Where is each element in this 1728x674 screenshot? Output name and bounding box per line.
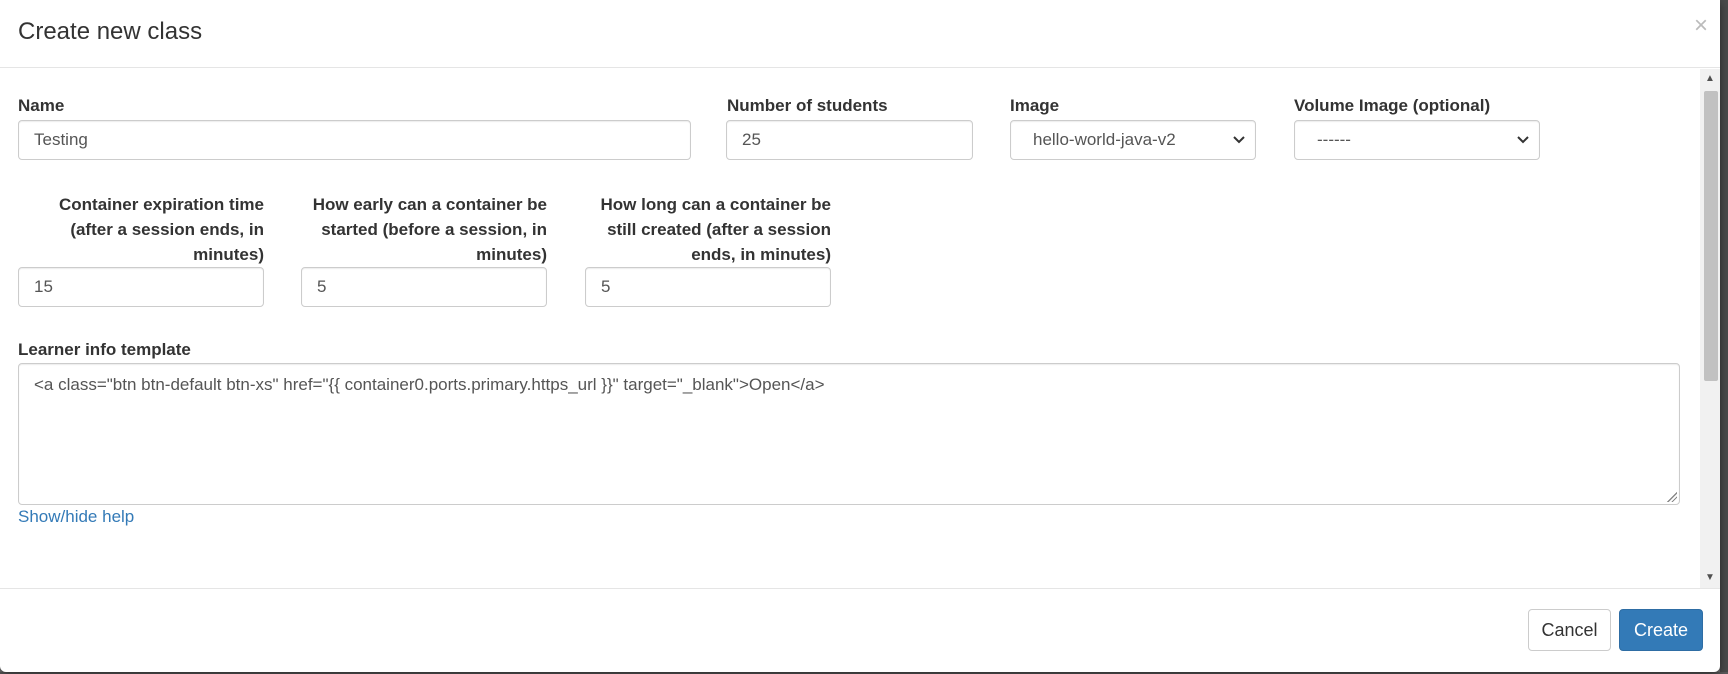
modal-footer: Cancel Create (0, 588, 1720, 672)
early-start-input[interactable]: 5 (301, 267, 547, 307)
learner-template-textarea[interactable]: <a class="btn btn-default btn-xs" href="… (18, 363, 1680, 505)
scroll-down-arrow-icon[interactable]: ▼ (1700, 570, 1720, 586)
num-students-input[interactable]: 25 (726, 120, 973, 160)
expiration-label-line: Container expiration time (59, 195, 264, 214)
cancel-button[interactable]: Cancel (1528, 609, 1611, 651)
image-label: Image (1010, 96, 1060, 115)
late-create-label-line: ends, in minutes) (691, 245, 831, 264)
chevron-down-icon (1233, 121, 1245, 173)
late-create-label: How long can a container be still create… (585, 192, 831, 267)
volume-image-select[interactable]: ------ (1294, 120, 1540, 160)
late-create-input[interactable]: 5 (585, 267, 831, 307)
chevron-down-icon (1517, 121, 1529, 173)
scrollbar[interactable]: ▲ ▼ (1700, 69, 1720, 588)
background-edge (1720, 0, 1728, 674)
modal-body: Name Testing Number of students 25 Image… (0, 69, 1700, 588)
early-start-label-line: How early can a container be (312, 195, 547, 214)
expiration-label-line: (after a session ends, in (70, 220, 264, 239)
scroll-up-arrow-icon[interactable]: ▲ (1700, 71, 1720, 87)
learner-template-label: Learner info template (18, 340, 191, 359)
early-start-label-line: started (before a session, in (321, 220, 547, 239)
early-start-label-line: minutes) (476, 245, 547, 264)
learner-template-value: <a class="btn btn-default btn-xs" href="… (34, 375, 825, 394)
volume-image-label: Volume Image (optional) (1294, 96, 1491, 115)
modal-title: Create new class (18, 18, 203, 45)
image-select[interactable]: hello-world-java-v2 (1010, 120, 1256, 160)
name-input[interactable]: Testing (18, 120, 691, 160)
scroll-thumb[interactable] (1704, 91, 1718, 381)
volume-image-select-value: ------ (1317, 130, 1351, 149)
close-icon[interactable]: × (1694, 14, 1708, 38)
late-create-label-line: still created (after a session (607, 220, 831, 239)
create-button[interactable]: Create (1619, 609, 1703, 651)
resize-handle-icon[interactable] (1667, 492, 1677, 502)
image-select-value: hello-world-java-v2 (1033, 130, 1176, 149)
name-label: Name (18, 96, 65, 115)
late-create-label-line: How long can a container be (600, 195, 831, 214)
num-students-label: Number of students (727, 96, 888, 115)
early-start-label: How early can a container be started (be… (301, 192, 547, 267)
expiration-label-line: minutes) (193, 245, 264, 264)
create-class-modal: Create new class × Name Testing Number o… (0, 0, 1720, 672)
expiration-input[interactable]: 15 (18, 267, 264, 307)
modal-header: Create new class × (0, 0, 1720, 68)
show-hide-help-link[interactable]: Show/hide help (18, 507, 134, 527)
expiration-label: Container expiration time (after a sessi… (18, 192, 264, 267)
